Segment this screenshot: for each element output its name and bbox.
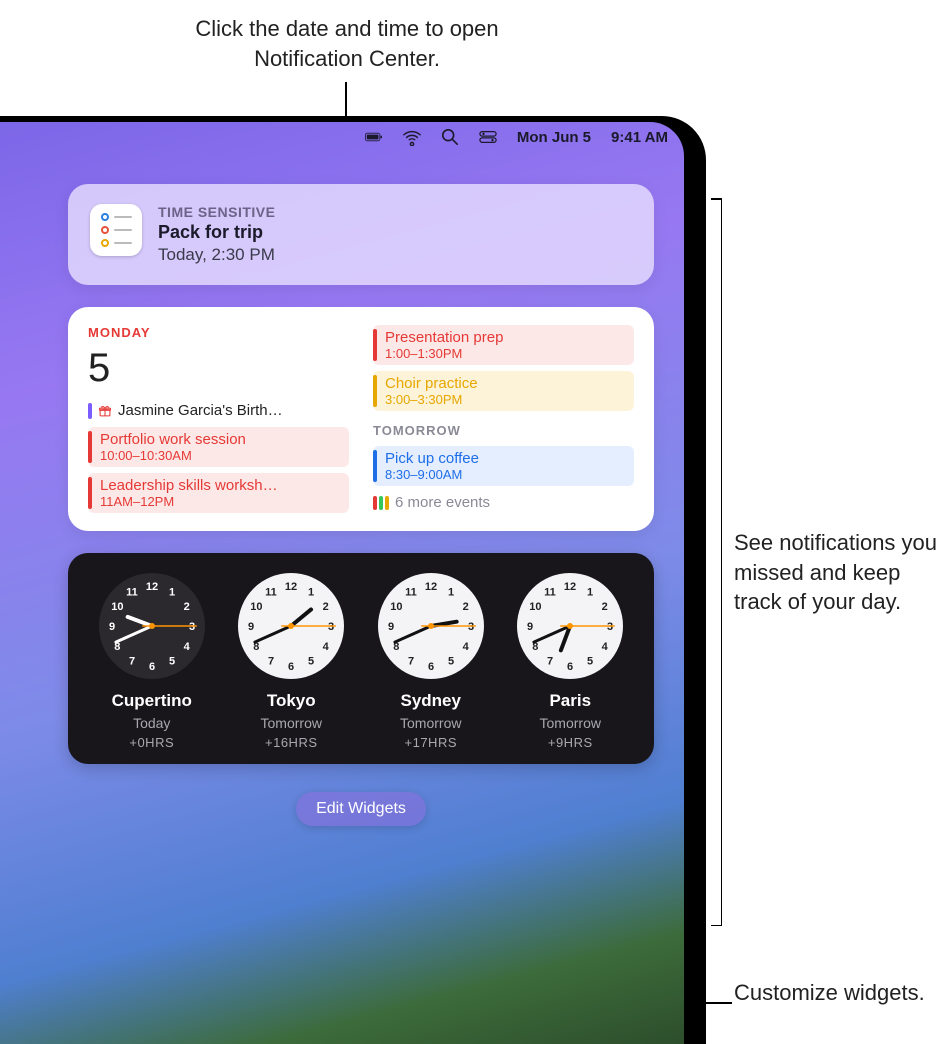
svg-text:11: 11 — [126, 586, 138, 598]
clock-city: Sydney — [401, 691, 461, 711]
svg-text:2: 2 — [602, 601, 608, 613]
calendar-tomorrow-label: TOMORROW — [373, 423, 634, 438]
calendar-day-number: 5 — [88, 348, 349, 388]
menu-bar: Mon Jun 5 9:41 AM — [0, 122, 684, 152]
calendar-left-column: MONDAY 5 Jasmine Garcia's Birth… Portfol… — [88, 325, 349, 513]
calendar-allday-title: Jasmine Garcia's Birth… — [118, 402, 283, 419]
calendar-event: Presentation prep1:00–1:30PM — [373, 325, 634, 365]
clock-offset: +17HRS — [405, 735, 458, 750]
calendar-widget[interactable]: MONDAY 5 Jasmine Garcia's Birth… Portfol… — [68, 307, 654, 531]
calendar-event: Portfolio work session10:00–10:30AM — [88, 427, 349, 467]
world-clock-item: 123456789101112 ParisTomorrow+9HRS — [515, 571, 625, 750]
notification-subtitle: Today, 2:30 PM — [158, 245, 275, 265]
svg-text:12: 12 — [564, 581, 576, 593]
callout-bottom: Customize widgets. — [734, 978, 925, 1008]
clock-day: Today — [133, 715, 170, 731]
svg-text:5: 5 — [587, 656, 593, 668]
svg-text:7: 7 — [547, 656, 553, 668]
notification-card[interactable]: TIME SENSITIVE Pack for trip Today, 2:30… — [68, 184, 654, 285]
calendar-today-label: MONDAY — [88, 325, 349, 340]
svg-text:11: 11 — [405, 586, 417, 598]
world-clock-item: 123456789101112 CupertinoToday+0HRS — [97, 571, 207, 750]
notification-title: Pack for trip — [158, 222, 275, 243]
svg-text:2: 2 — [183, 601, 189, 613]
svg-text:4: 4 — [602, 641, 609, 653]
world-clock-item: 123456789101112 SydneyTomorrow+17HRS — [376, 571, 486, 750]
bracket-right — [712, 198, 722, 926]
notification-center: TIME SENSITIVE Pack for trip Today, 2:30… — [68, 184, 654, 826]
svg-text:7: 7 — [408, 656, 414, 668]
screen: Mon Jun 5 9:41 AM TIME SENSITIVE Pack fo… — [0, 122, 684, 1044]
clock-city: Cupertino — [112, 691, 192, 711]
svg-text:1: 1 — [448, 586, 454, 598]
control-center-icon[interactable] — [479, 128, 497, 146]
svg-text:6: 6 — [567, 661, 573, 673]
world-clock-item: 123456789101112 TokyoTomorrow+16HRS — [236, 571, 346, 750]
battery-icon[interactable] — [365, 128, 383, 146]
svg-text:9: 9 — [248, 621, 254, 633]
svg-text:9: 9 — [527, 621, 533, 633]
edit-widgets-button[interactable]: Edit Widgets — [296, 792, 426, 826]
clock-offset: +16HRS — [265, 735, 318, 750]
svg-text:10: 10 — [250, 601, 262, 613]
clock-offset: +9HRS — [548, 735, 593, 750]
svg-text:5: 5 — [169, 656, 175, 668]
device-frame: Mon Jun 5 9:41 AM TIME SENSITIVE Pack fo… — [0, 116, 706, 1044]
svg-text:6: 6 — [288, 661, 294, 673]
clock-city: Paris — [549, 691, 591, 711]
svg-text:3: 3 — [328, 621, 334, 633]
callout-right: See notifications you missed and keep tr… — [734, 528, 940, 617]
calendar-event: Pick up coffee8:30–9:00AM — [373, 446, 634, 486]
menubar-date[interactable]: Mon Jun 5 — [517, 129, 591, 146]
search-icon[interactable] — [441, 128, 459, 146]
clock-day: Tomorrow — [540, 715, 601, 731]
svg-text:11: 11 — [265, 586, 277, 598]
calendar-event: Leadership skills worksh…11AM–12PM — [88, 473, 349, 513]
svg-text:1: 1 — [169, 586, 175, 598]
svg-text:3: 3 — [607, 621, 613, 633]
svg-text:12: 12 — [146, 581, 158, 593]
calendar-more-events: 6 more events — [373, 494, 634, 511]
svg-text:10: 10 — [529, 601, 541, 613]
svg-text:7: 7 — [268, 656, 274, 668]
svg-text:10: 10 — [111, 601, 123, 613]
gift-icon — [98, 404, 112, 418]
svg-text:1: 1 — [587, 586, 593, 598]
clock-city: Tokyo — [267, 691, 316, 711]
world-clock-widget[interactable]: 123456789101112 CupertinoToday+0HRS 1234… — [68, 553, 654, 764]
notification-category: TIME SENSITIVE — [158, 204, 275, 220]
menubar-time[interactable]: 9:41 AM — [611, 129, 668, 146]
svg-text:5: 5 — [308, 656, 314, 668]
svg-text:12: 12 — [425, 581, 437, 593]
svg-text:3: 3 — [189, 621, 195, 633]
svg-text:2: 2 — [323, 601, 329, 613]
calendar-event: Choir practice3:00–3:30PM — [373, 371, 634, 411]
svg-text:9: 9 — [388, 621, 394, 633]
reminders-app-icon — [90, 204, 142, 256]
svg-text:4: 4 — [183, 641, 190, 653]
callout-top: Click the date and time to open Notifica… — [167, 14, 527, 73]
svg-text:10: 10 — [390, 601, 402, 613]
calendar-allday-event: Jasmine Garcia's Birth… — [88, 402, 349, 419]
svg-text:7: 7 — [129, 656, 135, 668]
svg-text:1: 1 — [308, 586, 314, 598]
svg-text:2: 2 — [462, 601, 468, 613]
svg-text:3: 3 — [468, 621, 474, 633]
svg-text:4: 4 — [323, 641, 330, 653]
svg-text:4: 4 — [462, 641, 469, 653]
clock-offset: +0HRS — [129, 735, 174, 750]
wifi-icon[interactable] — [403, 128, 421, 146]
svg-text:11: 11 — [544, 586, 556, 598]
clock-day: Tomorrow — [261, 715, 322, 731]
svg-text:9: 9 — [109, 621, 115, 633]
clock-day: Tomorrow — [400, 715, 461, 731]
svg-text:6: 6 — [428, 661, 434, 673]
svg-text:5: 5 — [448, 656, 454, 668]
calendar-right-column: Presentation prep1:00–1:30PM Choir practi… — [373, 325, 634, 513]
svg-text:6: 6 — [149, 661, 155, 673]
notification-text: TIME SENSITIVE Pack for trip Today, 2:30… — [158, 204, 275, 265]
svg-text:12: 12 — [285, 581, 297, 593]
